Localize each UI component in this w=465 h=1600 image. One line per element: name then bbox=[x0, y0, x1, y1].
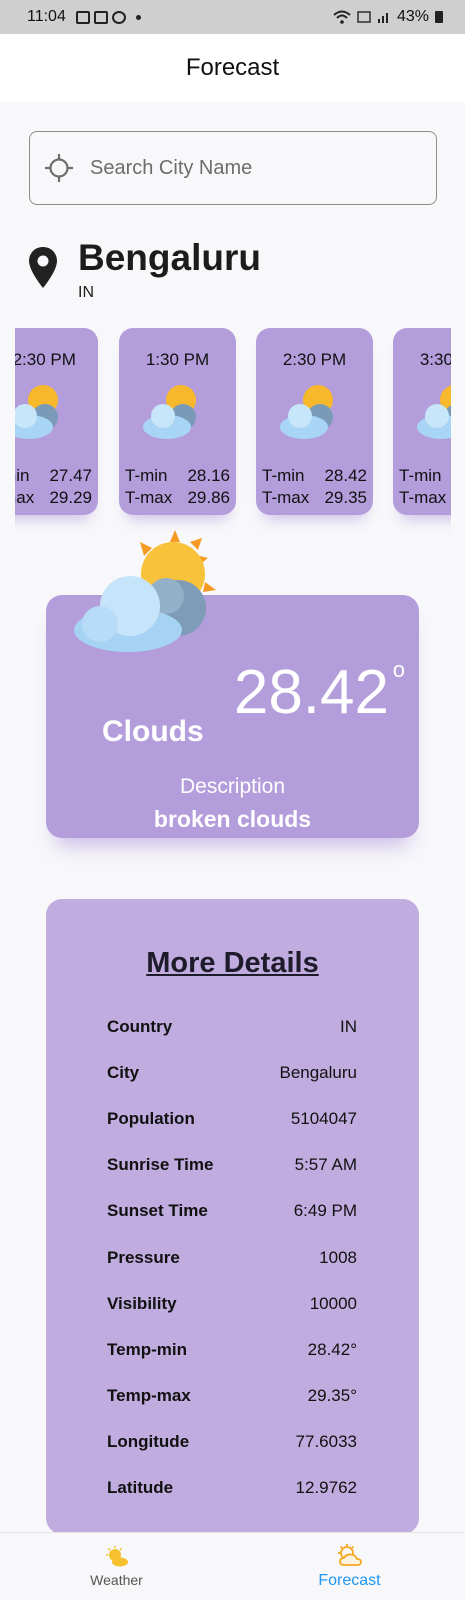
nav-weather[interactable]: Weather bbox=[0, 1533, 233, 1600]
more-details-card: More Details Country IN City Bengaluru Pop… bbox=[46, 899, 419, 1534]
nav-weather-label: Weather bbox=[90, 1572, 143, 1588]
description-label: Description bbox=[179, 775, 286, 798]
battery-percent: 43% bbox=[396, 8, 429, 25]
details-list: Country IN City Bengaluru Population 510404… bbox=[107, 1004, 357, 1511]
hourly-tmin: T-min 27.47 bbox=[15, 466, 92, 485]
hourly-time: 12:30 PM bbox=[15, 350, 76, 369]
instagram-icon bbox=[93, 10, 108, 24]
page-title: Forecast bbox=[185, 54, 280, 81]
notification-icons bbox=[75, 10, 141, 24]
cloud-sun-icon bbox=[74, 530, 216, 652]
city-name: Bengaluru bbox=[78, 237, 261, 278]
location-pin-icon bbox=[29, 247, 57, 288]
detail-row-temp-max: Temp-max 29.35° bbox=[107, 1385, 357, 1405]
hourly-time: 3:30 PM bbox=[419, 350, 451, 369]
description-value: broken clouds bbox=[153, 806, 312, 832]
cloud-sun-icon bbox=[280, 385, 333, 439]
gallery-icon bbox=[75, 10, 90, 24]
cloud-sun-icon bbox=[15, 385, 58, 439]
search-placeholder: Search City Name bbox=[90, 156, 253, 179]
hourly-tmax: T-max 29.86 bbox=[125, 488, 230, 507]
location-header: Bengaluru IN bbox=[28, 237, 261, 301]
detail-row-population: Population 5104047 bbox=[107, 1109, 357, 1129]
cloud-sun-icon bbox=[417, 385, 451, 439]
status-time: 11:04 bbox=[27, 8, 66, 25]
detail-row-latitude: Latitude 12.9762 bbox=[107, 1477, 357, 1497]
hourly-card[interactable]: 2:30 PM T-min 28.42 T-max 29.35 bbox=[256, 328, 373, 515]
hourly-tmax: T-max bbox=[399, 488, 447, 507]
current-temperature: 28.42 bbox=[233, 658, 389, 727]
detail-row-city: City Bengaluru bbox=[107, 1063, 357, 1083]
detail-row-sunrise: Sunrise Time 5:57 AM bbox=[107, 1155, 357, 1175]
battery-icon bbox=[435, 11, 443, 23]
country-code: IN bbox=[78, 284, 94, 301]
app-bar: Forecast bbox=[0, 34, 465, 102]
hourly-card[interactable]: 12:30 PM T-min 27.47 T-max 29.29 bbox=[15, 328, 98, 515]
hourly-card[interactable]: 3:30 PM T-min T-max bbox=[393, 328, 451, 515]
more-details-title: More Details bbox=[146, 947, 319, 979]
detail-row-pressure: Pressure 1008 bbox=[107, 1247, 357, 1267]
forecast-icon bbox=[337, 1544, 362, 1566]
hourly-tmax: T-max 29.35 bbox=[262, 488, 367, 507]
hourly-time: 2:30 PM bbox=[282, 350, 347, 369]
degree-symbol: o bbox=[392, 657, 405, 682]
signal-icon bbox=[377, 13, 388, 23]
detail-row-sunset: Sunset Time 6:49 PM bbox=[107, 1201, 357, 1221]
app-icon bbox=[111, 10, 126, 24]
bottom-navigation: Weather Forecast bbox=[0, 1532, 465, 1600]
detail-row-longitude: Longitude 77.6033 bbox=[107, 1431, 357, 1451]
status-bar: 11:04 43% bbox=[0, 0, 465, 34]
hourly-time: 1:30 PM bbox=[145, 350, 210, 369]
detail-row-visibility: Visibility 10000 bbox=[107, 1293, 357, 1313]
detail-row-country: Country IN bbox=[107, 1017, 357, 1037]
hourly-tmin: T-min 28.42 bbox=[262, 466, 367, 485]
hourly-card[interactable]: 1:30 PM T-min 28.16 T-max 29.86 bbox=[119, 328, 236, 515]
my-location-icon[interactable] bbox=[44, 153, 74, 183]
cloud-sun-icon bbox=[143, 385, 196, 439]
search-input[interactable]: Search City Name bbox=[29, 131, 437, 205]
detail-row-temp-min: Temp-min 28.42° bbox=[107, 1339, 357, 1359]
hourly-tmin: T-min bbox=[399, 466, 442, 485]
nav-forecast[interactable]: Forecast bbox=[233, 1533, 465, 1600]
wifi-icon bbox=[333, 10, 351, 24]
hourly-forecast-list[interactable]: 12:30 PM T-min 27.47 T-max 29.29 1:30 PM… bbox=[15, 325, 451, 533]
nav-forecast-label: Forecast bbox=[318, 1572, 381, 1589]
sun-cloud-icon bbox=[105, 1546, 128, 1567]
more-notifications-icon bbox=[135, 14, 141, 20]
hourly-tmin: T-min 28.16 bbox=[125, 466, 230, 485]
weather-condition: Clouds bbox=[102, 715, 204, 748]
hourly-tmax: T-max 29.29 bbox=[15, 488, 92, 507]
volte-icon bbox=[357, 11, 371, 23]
